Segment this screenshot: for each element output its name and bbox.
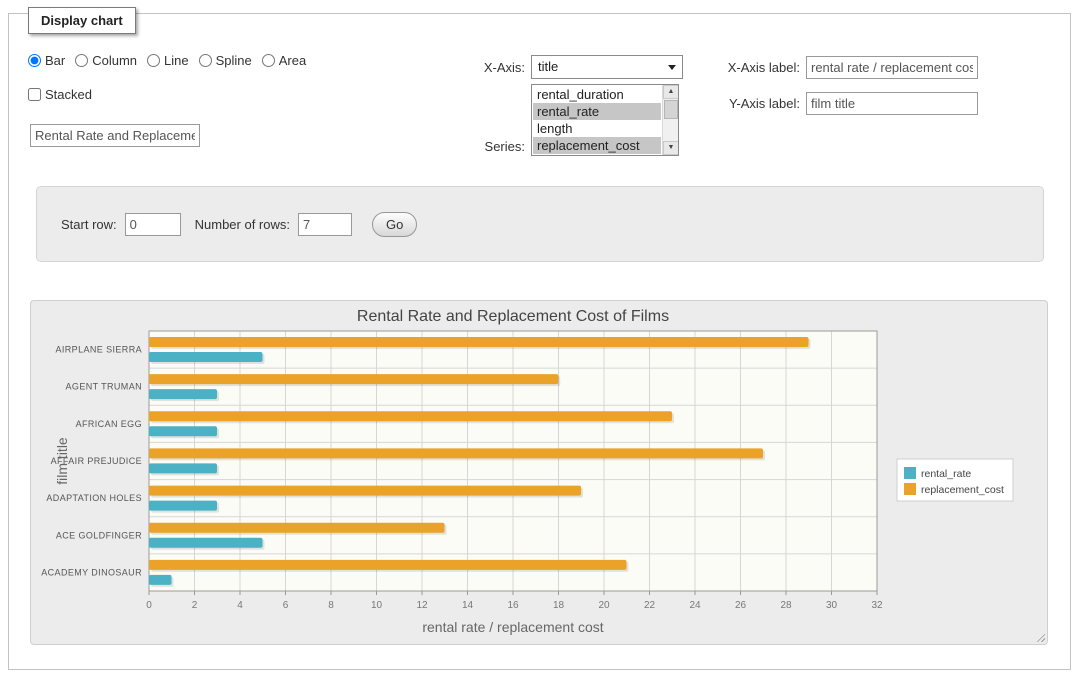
num-rows-label: Number of rows:: [195, 217, 290, 232]
svg-text:replacement_cost: replacement_cost: [921, 484, 1004, 496]
svg-text:16: 16: [507, 600, 519, 611]
radio-label-spline: Spline: [216, 53, 252, 68]
xaxis-select[interactable]: title: [531, 55, 683, 79]
scrollbar-thumb[interactable]: [664, 100, 678, 119]
series-options-list: rental_durationrental_ratelengthreplacem…: [533, 86, 661, 154]
chevron-down-icon: [668, 65, 676, 70]
svg-text:6: 6: [283, 600, 289, 611]
svg-text:ADAPTATION HOLES: ADAPTATION HOLES: [46, 493, 142, 503]
series-option-rental_duration[interactable]: rental_duration: [533, 86, 661, 103]
row-range-panel: Start row: Number of rows: Go: [36, 186, 1044, 262]
page: Display chart Bar Column Line Spline Are…: [0, 0, 1081, 681]
svg-text:2: 2: [192, 600, 198, 611]
svg-text:film title: film title: [54, 437, 70, 485]
svg-text:ACE GOLDFINGER: ACE GOLDFINGER: [56, 530, 142, 540]
radio-label-column: Column: [92, 53, 137, 68]
bar-chart: 02468101214161820222426283032AIRPLANE SI…: [31, 301, 1047, 644]
radio-column[interactable]: [75, 54, 88, 67]
svg-text:24: 24: [689, 600, 701, 611]
scroll-down-icon[interactable]: ▼: [663, 141, 679, 155]
svg-text:AGENT TRUMAN: AGENT TRUMAN: [66, 382, 142, 392]
radio-spline[interactable]: [199, 54, 212, 67]
series-option-replacement_cost[interactable]: replacement_cost: [533, 137, 661, 154]
svg-text:AFRICAN EGG: AFRICAN EGG: [76, 419, 142, 429]
svg-text:rental_rate: rental_rate: [921, 468, 971, 480]
series-label: Series:: [420, 139, 525, 154]
start-row-label: Start row:: [61, 217, 117, 232]
radio-option-column[interactable]: Column: [75, 53, 137, 68]
svg-text:12: 12: [416, 600, 428, 611]
series-scrollbar[interactable]: ▲ ▼: [662, 85, 678, 155]
radio-option-line[interactable]: Line: [147, 53, 189, 68]
svg-text:32: 32: [871, 600, 883, 611]
svg-text:4: 4: [237, 600, 243, 611]
go-button[interactable]: Go: [372, 212, 417, 237]
scroll-up-icon[interactable]: ▲: [663, 85, 679, 99]
yaxis-label-input[interactable]: [806, 92, 978, 115]
svg-text:ACADEMY DINOSAUR: ACADEMY DINOSAUR: [41, 567, 142, 577]
svg-text:rental rate / replacement cost: rental rate / replacement cost: [422, 619, 603, 635]
svg-text:0: 0: [146, 600, 152, 611]
svg-text:28: 28: [780, 600, 792, 611]
radio-bar[interactable]: [28, 54, 41, 67]
svg-text:8: 8: [328, 600, 334, 611]
svg-text:AIRPLANE SIERRA: AIRPLANE SIERRA: [55, 345, 142, 355]
num-rows-input[interactable]: [298, 213, 352, 236]
chart-container: 02468101214161820222426283032AIRPLANE SI…: [30, 300, 1048, 645]
radio-option-area[interactable]: Area: [262, 53, 306, 68]
chart-type-radios: Bar Column Line Spline Area: [28, 53, 316, 68]
radio-option-spline[interactable]: Spline: [199, 53, 252, 68]
series-multiselect[interactable]: rental_durationrental_ratelengthreplacem…: [531, 84, 679, 156]
stacked-label: Stacked: [45, 87, 92, 102]
stacked-checkbox[interactable]: [28, 88, 41, 101]
svg-text:20: 20: [598, 600, 610, 611]
svg-text:26: 26: [735, 600, 747, 611]
yaxis-label-label: Y-Axis label:: [685, 96, 800, 111]
fieldset-legend: Display chart: [28, 7, 136, 34]
xaxis-label-label: X-Axis label:: [685, 60, 800, 75]
start-row-input[interactable]: [125, 213, 181, 236]
svg-text:Rental Rate and Replacement Co: Rental Rate and Replacement Cost of Film…: [357, 308, 669, 325]
series-option-length[interactable]: length: [533, 120, 661, 137]
stacked-row: Stacked: [28, 87, 92, 102]
svg-text:22: 22: [644, 600, 656, 611]
radio-option-bar[interactable]: Bar: [28, 53, 65, 68]
svg-text:18: 18: [553, 600, 565, 611]
radio-label-line: Line: [164, 53, 189, 68]
xaxis-label-input[interactable]: [806, 56, 978, 79]
chart-title-input[interactable]: [30, 124, 200, 147]
svg-text:30: 30: [826, 600, 838, 611]
radio-line[interactable]: [147, 54, 160, 67]
radio-label-area: Area: [279, 53, 306, 68]
radio-area[interactable]: [262, 54, 275, 67]
svg-text:10: 10: [371, 600, 383, 611]
xaxis-select-value: title: [538, 59, 558, 74]
xaxis-label: X-Axis:: [420, 60, 525, 75]
radio-label-bar: Bar: [45, 53, 65, 68]
series-option-rental_rate[interactable]: rental_rate: [533, 103, 661, 120]
svg-text:14: 14: [462, 600, 474, 611]
